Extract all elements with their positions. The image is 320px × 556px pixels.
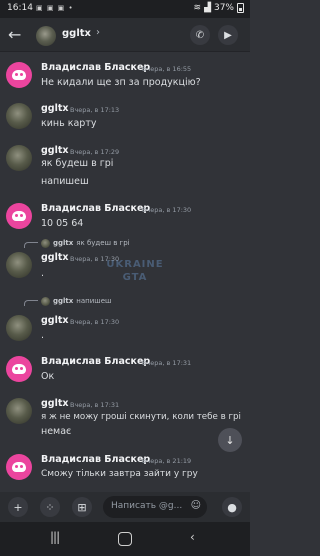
reply-reference[interactable]: ggltx як будеш в грі [24, 238, 130, 248]
android-navigation-bar: ||| ‹ [0, 522, 250, 556]
avatar[interactable] [6, 454, 32, 480]
phone-icon: ✆ [195, 29, 205, 41]
discord-logo-icon [12, 211, 26, 221]
chevron-right-icon[interactable]: › [96, 27, 100, 38]
arrow-down-icon: ↓ [225, 433, 235, 447]
chat-header: ← ggltx › ✆ ▶ [0, 18, 250, 52]
back-icon[interactable]: ‹ [190, 530, 195, 544]
battery-icon [237, 3, 244, 13]
back-arrow-icon[interactable]: ← [8, 25, 21, 44]
microphone-icon: ● [227, 500, 237, 514]
reply-connector [24, 300, 38, 306]
reply-connector [24, 242, 38, 248]
message-text: . [41, 330, 45, 341]
apps-icon: ⁘ [45, 500, 55, 514]
reply-avatar [41, 238, 50, 248]
plus-icon: + [13, 500, 23, 514]
avatar[interactable] [6, 315, 32, 341]
message-author[interactable]: ggltx [41, 103, 69, 114]
message-author[interactable]: ggltx [41, 398, 69, 409]
status-bar: 16:14 ▣ ▣ ▣ • ≋ ▟ 37% [0, 0, 250, 18]
message-input[interactable]: Написать @g... ☺ [103, 496, 207, 518]
message-timestamp: Вчера, в 16:55 [142, 65, 192, 73]
message-author[interactable]: Владислав Бласкер [41, 62, 150, 73]
message-author[interactable]: ggltx [41, 315, 69, 326]
recent-apps-icon[interactable]: ||| [50, 530, 60, 544]
message-text: кинь карту [41, 118, 97, 129]
message-text: немає [41, 426, 72, 437]
emoji-icon[interactable]: ☺ [191, 500, 201, 511]
message-timestamp: Вчера, в 21:19 [142, 457, 192, 465]
message-input-placeholder: Написать @g... [111, 501, 183, 511]
reply-avatar [41, 296, 50, 306]
avatar[interactable] [6, 203, 32, 229]
message-text: як будеш в грі [41, 158, 114, 169]
discord-logo-icon [12, 462, 26, 472]
message-author[interactable]: ggltx [41, 145, 69, 156]
wifi-icon: ≋ [193, 3, 202, 13]
header-avatar[interactable] [36, 26, 56, 46]
discord-logo-icon [12, 70, 26, 80]
reply-author: ggltx [53, 297, 74, 305]
apps-button[interactable]: ⁘ [40, 497, 60, 517]
message-text: Не кидали ще зп за продукцію? [41, 77, 201, 88]
reply-author: ggltx [53, 239, 74, 247]
avatar[interactable] [6, 145, 32, 171]
call-button[interactable]: ✆ [190, 25, 210, 45]
battery-percent: 37% [213, 3, 234, 13]
status-time: 16:14 [7, 3, 33, 13]
status-right: ≋ ▟ 37% [194, 3, 244, 13]
video-call-button[interactable]: ▶ [218, 25, 238, 45]
reply-text: як будеш в грі [76, 239, 130, 247]
avatar[interactable] [6, 398, 32, 424]
notification-icons: ▣ ▣ ▣ • [36, 4, 74, 12]
message-timestamp: Вчера, в 17:31 [142, 359, 192, 367]
avatar[interactable] [6, 103, 32, 129]
signal-icon: ▟ [204, 3, 211, 13]
message-text: Ок [41, 371, 55, 382]
message-timestamp: Вчера, в 17:13 [70, 106, 120, 114]
message-text: напишеш [41, 176, 89, 187]
message-timestamp: Вчера, в 17:31 [70, 401, 120, 409]
watermark-line: UKRAINE [106, 259, 164, 270]
home-icon[interactable] [118, 532, 132, 546]
message-author[interactable]: Владислав Бласкер [41, 203, 150, 214]
channel-title[interactable]: ggltx [62, 28, 91, 39]
message-timestamp: Вчера, в 17:30 [142, 206, 192, 214]
avatar[interactable] [6, 62, 32, 88]
message-timestamp: Вчера, в 17:30 [70, 318, 120, 326]
message-text: 10 05 64 [41, 218, 84, 229]
message-author[interactable]: Владислав Бласкер [41, 356, 150, 367]
avatar[interactable] [6, 356, 32, 382]
watermark-logo: UKRAINE GTA [95, 258, 175, 284]
voice-message-button[interactable]: ● [222, 497, 242, 517]
message-text: Сможу тільки завтра зайти у гру [41, 469, 198, 479]
reply-reference[interactable]: ggltx напишеш [24, 296, 111, 306]
message-author[interactable]: ggltx [41, 252, 69, 263]
message-composer: + ⁘ ⊞ Написать @g... ☺ ● [0, 492, 250, 522]
video-camera-icon: ▶ [224, 29, 232, 41]
discord-logo-icon [12, 364, 26, 374]
message-text: я ж не можу гроші скинути, коли тебе в г… [41, 412, 241, 422]
add-attachment-button[interactable]: + [8, 497, 28, 517]
reply-text: напишеш [76, 297, 112, 305]
gift-button[interactable]: ⊞ [72, 497, 92, 517]
message-text: . [41, 268, 45, 279]
message-author[interactable]: Владислав Бласкер [41, 454, 150, 465]
message-timestamp: Вчера, в 17:29 [70, 148, 120, 156]
jump-to-present-button[interactable]: ↓ [218, 428, 242, 452]
gift-icon: ⊞ [77, 500, 87, 514]
avatar[interactable] [6, 252, 32, 278]
watermark-line: GTA [122, 272, 148, 283]
